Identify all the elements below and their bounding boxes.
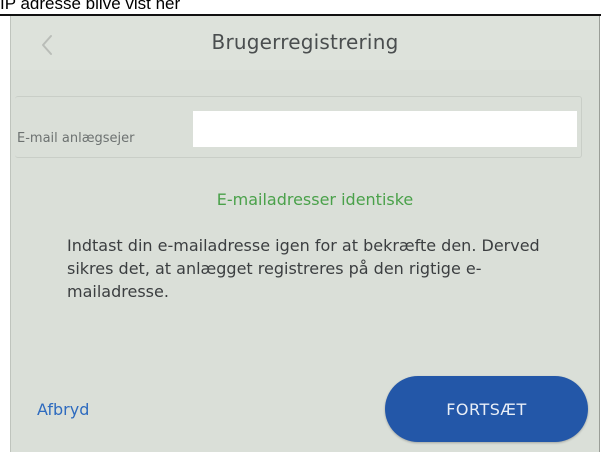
device-screen: Brugerregistrering E-mail anlægsejer E-m… — [10, 16, 600, 452]
page: IP adresse blive vist her Brugerregistre… — [0, 0, 601, 452]
page-title: Brugerregistrering — [211, 30, 399, 54]
email-match-status: E-mailadresser identiske — [216, 190, 414, 209]
email-field-label: E-mail anlægsejer — [17, 131, 135, 146]
email-field[interactable] — [193, 111, 577, 147]
continue-button[interactable]: FORTSÆT — [385, 376, 588, 442]
ip-address-caption: IP adresse blive vist her — [0, 0, 181, 13]
cancel-button[interactable]: Afbryd — [37, 400, 89, 419]
info-text: Indtast din e-mailadresse igen for at be… — [67, 236, 540, 301]
